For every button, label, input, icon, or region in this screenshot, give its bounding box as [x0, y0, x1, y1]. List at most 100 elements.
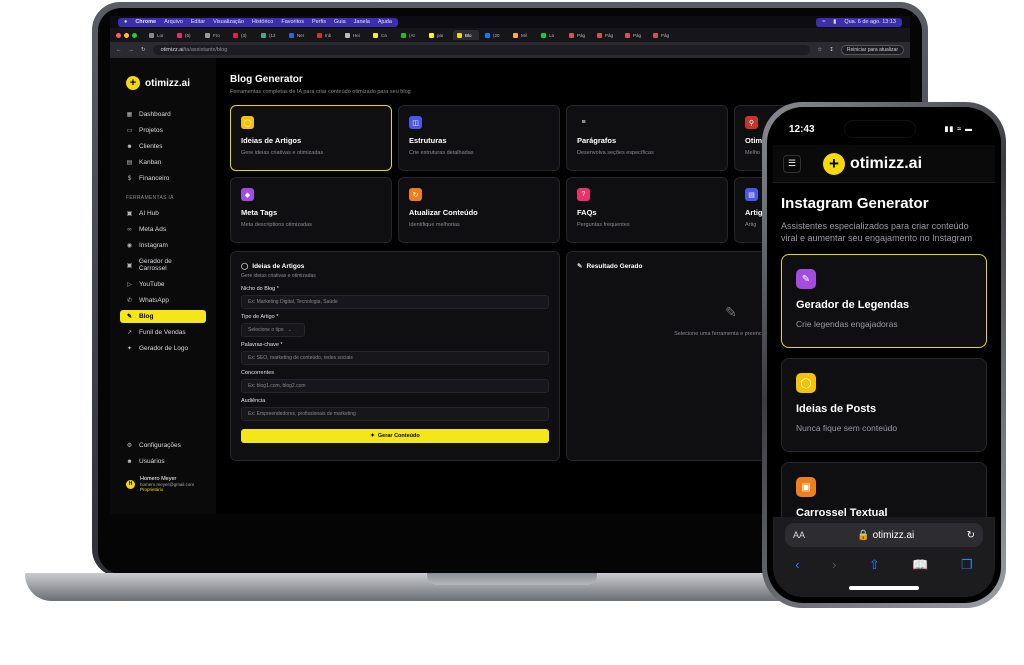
browser-tab[interactable]: (20 — [481, 30, 507, 40]
safari-toolbar: AA 🔒 otimizz.ai ↻ ‹ › ⇧ 📖 ❐ — [773, 517, 995, 597]
browser-tab[interactable]: Inb — [313, 30, 339, 40]
forward-icon[interactable]: → — [129, 47, 135, 53]
camera-icon: ◉ — [126, 243, 133, 249]
sidebar-item-instagram[interactable]: ◉ Instagram — [120, 239, 206, 252]
reload-icon[interactable]: ↻ — [967, 530, 975, 541]
back-icon[interactable]: ‹ — [795, 557, 799, 573]
generate-button[interactable]: ✦ Gerar Conteúdo — [241, 429, 549, 443]
sidebar-item-dashboard[interactable]: ▦ Dashboard — [120, 108, 206, 121]
minimize-window-button[interactable] — [124, 32, 129, 38]
tab-label: (At — [409, 32, 415, 38]
sidebar-item-clientes[interactable]: ☻ Clientes — [120, 140, 206, 153]
menu-item[interactable]: Perfis — [312, 19, 326, 25]
sidebar-item-gerador-de-logo[interactable]: ✦ Gerador de Logo — [120, 342, 206, 355]
forward-icon[interactable]: › — [832, 557, 836, 573]
form-input[interactable]: Ex: blog1.com, blog2.com — [241, 379, 549, 393]
browser-tab[interactable]: Pág — [649, 30, 675, 40]
hamburger-menu-icon[interactable]: ☰ — [783, 154, 801, 173]
dollar-icon: $ — [127, 175, 132, 182]
browser-tab[interactable]: par — [425, 30, 451, 40]
browser-tab[interactable]: (3) — [229, 30, 255, 40]
browser-tab[interactable]: Pág — [593, 30, 619, 40]
browser-tab[interactable]: (At — [397, 30, 423, 40]
maximize-window-button[interactable] — [132, 32, 137, 38]
section-label: FERRAMENTAS IA — [126, 195, 174, 201]
browser-tab[interactable]: Lor — [145, 30, 171, 40]
sidebar-item-whatsapp[interactable]: ✆ WhatsApp — [120, 294, 206, 307]
bookmark-star-icon[interactable]: ☆ — [817, 47, 822, 53]
text-size-button[interactable]: AA — [793, 530, 805, 540]
back-icon[interactable]: ← — [116, 47, 122, 53]
sidebar-item-label: Instagram — [139, 242, 168, 249]
form-input[interactable]: Ex: Marketing Digital, Tecnologia, Saúde — [241, 295, 549, 309]
browser-tab[interactable]: Pág — [621, 30, 647, 40]
safari-url-bar[interactable]: AA 🔒 otimizz.ai ↻ — [785, 523, 983, 547]
browser-tab[interactable]: Ner — [285, 30, 311, 40]
reload-icon[interactable]: ↻ — [141, 47, 146, 53]
sidebar-item-blog[interactable]: ✎ Blog — [120, 310, 206, 323]
tool-card[interactable]: ≡ Parágrafos Desenvolva seções específicas — [566, 105, 728, 171]
browser-tab[interactable]: Fro — [201, 30, 227, 40]
tab-favicon-icon — [149, 32, 154, 38]
menu-item[interactable]: Janela — [354, 19, 370, 25]
sidebar-item-label: Gerador de Carrossel — [138, 258, 172, 272]
tool-card[interactable]: ◯ Ideias de Artigos Gere ideias criativas … — [230, 105, 392, 171]
sidebar-item-kanban[interactable]: ▤ Kanban — [120, 156, 206, 169]
browser-tab[interactable]: (12 — [257, 30, 283, 40]
menu-item[interactable]: Favoritos — [281, 19, 304, 25]
sidebar-item-users[interactable]: ☻ Usuários — [120, 455, 206, 468]
phone-tool-card[interactable]: ◯ Ideias de Posts Nunca fique sem conteúdo — [781, 358, 987, 452]
browser-tab[interactable]: (6) — [173, 30, 199, 40]
sidebar-item-youtube[interactable]: ▷ YouTube — [120, 278, 206, 291]
tab-label: Pág — [661, 32, 670, 38]
user-profile[interactable]: H Homero Meyer homero.meyer@gmail.com Pr… — [120, 476, 206, 492]
phone-tool-card[interactable]: ✎ Gerador de Legendas Crie legendas engaja… — [781, 254, 987, 348]
menu-item[interactable]: Visualização — [213, 19, 244, 25]
sidebar-item-gerador-de-carrossel[interactable]: ▣ Gerador de Carrossel — [120, 255, 206, 275]
browser-tab[interactable]: Mil — [509, 30, 535, 40]
browser-tab[interactable]: Blo — [453, 30, 479, 40]
battery-icon[interactable]: ▮ — [833, 19, 836, 25]
phone-brand-logo[interactable]: + otimizz.ai — [823, 152, 922, 175]
apple-icon[interactable]: ● — [124, 19, 127, 25]
download-icon[interactable]: ↧ — [829, 47, 834, 53]
tool-card[interactable]: ◫ Estruturas Crie estruturas detalhadas — [398, 105, 560, 171]
lightbulb-icon: ◯ — [241, 116, 254, 129]
tool-card[interactable]: ? FAQs Perguntas frequentes — [566, 177, 728, 243]
sidebar-item-financeiro[interactable]: $ Financeiro — [120, 172, 206, 185]
share-icon[interactable]: ⇧ — [869, 557, 880, 573]
article-type-select[interactable]: Selecione o tipo ⌄ — [241, 323, 305, 337]
tab-favicon-icon — [233, 32, 238, 38]
help-icon: ? — [577, 188, 590, 201]
wifi-icon[interactable]: ≈ — [822, 19, 825, 25]
form-title: ◯ Ideias de Artigos — [241, 262, 549, 271]
menubar-app-name[interactable]: Chrome — [135, 19, 156, 25]
tool-card[interactable]: ↻ Atualizar Conteúdo Identifique melhorias — [398, 177, 560, 243]
sidebar-item-meta-ads[interactable]: ∞ Meta Ads — [120, 223, 206, 236]
sidebar-item-ai-hub[interactable]: ▣ AI Hub — [120, 207, 206, 220]
url-bar[interactable]: otimizz.ai/ia/assistants/blog — [152, 45, 811, 55]
form-input[interactable]: Ex: Empreendedores, profissionais de mar… — [241, 407, 549, 421]
menu-item[interactable]: Arquivo — [164, 19, 183, 25]
menu-item[interactable]: Editar — [191, 19, 205, 25]
form-input[interactable]: Ex: SEO, marketing de conteúdo, redes so… — [241, 351, 549, 365]
sidebar-item-settings[interactable]: ⚙ Configurações — [120, 439, 206, 452]
menu-item[interactable]: Histórico — [252, 19, 273, 25]
browser-tab[interactable]: Ca — [369, 30, 395, 40]
sidebar-item-funil-de-vendas[interactable]: ↗ Funil de Vendas — [120, 326, 206, 339]
pen-icon: ✎ — [796, 269, 816, 289]
browser-tab[interactable]: Pág — [565, 30, 591, 40]
menu-item[interactable]: Guia — [334, 19, 346, 25]
restart-to-update-button[interactable]: Reiniciar para atualizar — [840, 45, 904, 55]
tabs-icon[interactable]: ❐ — [961, 557, 973, 573]
bookmarks-icon[interactable]: 📖 — [912, 557, 928, 573]
sidebar-item-projetos[interactable]: ▭ Projetos — [120, 124, 206, 137]
menu-item[interactable]: Ajuda — [378, 19, 392, 25]
tab-favicon-icon — [653, 32, 658, 38]
close-window-button[interactable] — [116, 32, 121, 38]
menubar-clock[interactable]: Qua. 6 de ago. 13:13 — [844, 19, 896, 25]
brand-logo[interactable]: + otimizz.ai — [126, 76, 206, 90]
browser-tab[interactable]: La — [537, 30, 563, 40]
browser-tab[interactable]: Hei — [341, 30, 367, 40]
tool-card[interactable]: ◆ Meta Tags Meta descriptions otimizadas — [230, 177, 392, 243]
